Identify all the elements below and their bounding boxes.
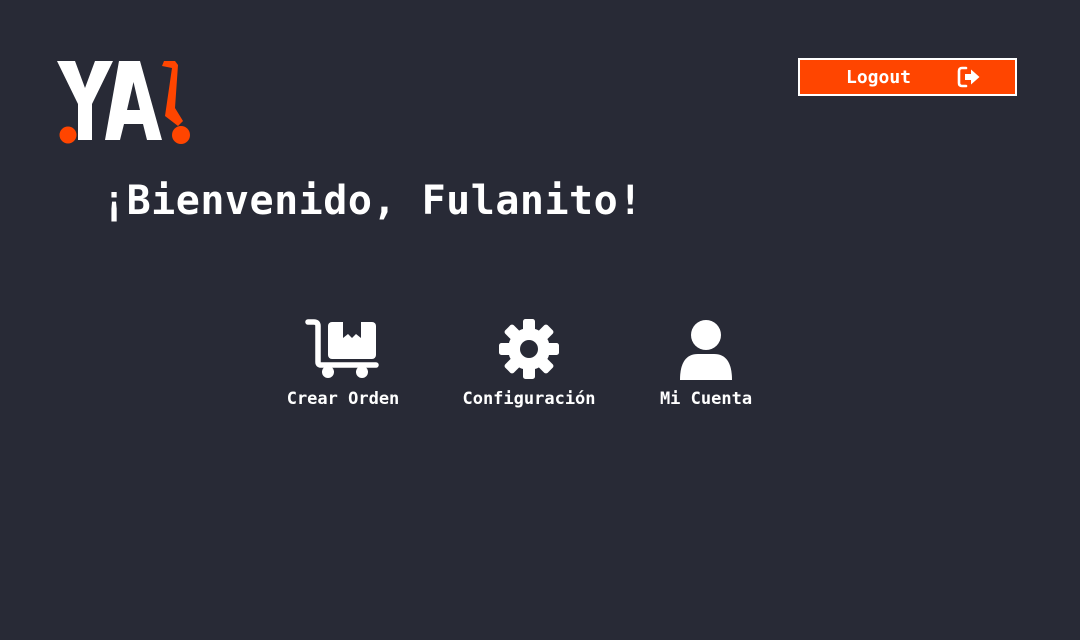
ya-logo bbox=[54, 58, 194, 148]
user-icon bbox=[678, 318, 734, 380]
logout-button[interactable]: Logout bbox=[798, 58, 1017, 96]
logout-label: Logout bbox=[845, 66, 912, 88]
dolly-box-icon bbox=[304, 318, 382, 380]
gear-icon bbox=[498, 318, 560, 380]
crear-orden-button[interactable]: Crear Orden bbox=[282, 318, 404, 409]
ya-logo-icon bbox=[57, 61, 190, 144]
welcome-heading: ¡Bienvenido, Fulanito! bbox=[102, 178, 643, 224]
configuracion-button[interactable]: Configuración bbox=[457, 318, 601, 409]
configuracion-label: Configuración bbox=[462, 389, 596, 409]
sign-out-icon bbox=[957, 66, 981, 88]
mi-cuenta-button[interactable]: Mi Cuenta bbox=[654, 318, 758, 409]
crear-orden-label: Crear Orden bbox=[286, 389, 400, 409]
mi-cuenta-label: Mi Cuenta bbox=[659, 389, 753, 409]
